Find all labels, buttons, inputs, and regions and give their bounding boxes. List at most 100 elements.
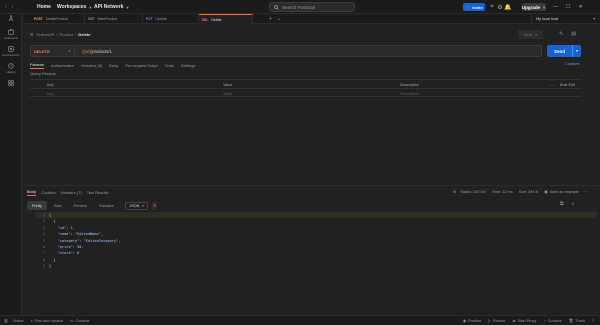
home-link[interactable]: Home [37,4,51,10]
send-button[interactable]: Send ▼ [547,45,581,57]
tab-overflow-icon[interactable]: ⌄ [277,16,281,22]
code-text: "category": "EditedCategory", [49,238,121,243]
edit-icon[interactable]: ✎ [559,31,563,37]
page-title[interactable]: Delete [78,32,90,37]
format-type-select[interactable]: JSON ▼ [125,201,149,210]
search-icon[interactable]: ⌕ [572,201,575,207]
cookies-button[interactable]: Cookies [548,319,562,323]
tab-method: GET [88,17,95,21]
globe-icon[interactable]: ⊕ [453,189,456,194]
subtab-body[interactable]: Body [27,189,37,196]
wrap-lines-icon[interactable]: ≡ [152,201,157,210]
breadcrumb-item[interactable]: Product [60,32,74,37]
tab-delete[interactable]: DEL Delete [199,14,253,24]
find-replace-button[interactable]: Find and replace [35,319,63,323]
docs-icon[interactable]: ▤ [571,31,576,37]
save-as-example-button[interactable]: Save as example [550,190,579,194]
back-icon[interactable]: ‹ [5,4,7,10]
line-number: 1 [42,213,45,217]
postbot-button[interactable]: Postbot [468,319,481,323]
invite-button[interactable]: 👤 Invite [463,3,485,11]
sidebar-item-apps[interactable] [0,80,22,86]
forward-icon[interactable]: › [12,4,14,10]
description-input[interactable]: Description [400,92,419,96]
runner-button[interactable]: Runner [493,319,505,323]
response-actions: ⧉ ⌕ [560,201,574,207]
format-visualize[interactable]: Visualize [94,201,119,210]
api-network-menu[interactable]: API Network ▼ [94,4,129,10]
sidebar-item-environments[interactable]: Environments [0,46,22,57]
tab-label: Update [155,17,167,21]
trash-icon: 🗑 [568,319,574,323]
tab-update[interactable]: PUT Update [143,14,199,24]
format-raw[interactable]: Raw [49,201,67,210]
breadcrumb-item[interactable]: OnlineAPI [36,32,54,37]
gear-icon[interactable]: ⚙ [496,3,504,11]
sidebar-item-history[interactable]: History [0,63,22,74]
copy-icon[interactable]: ⧉ [560,201,564,207]
table-row: Key Value Description [30,90,582,98]
sidebar-item-collections[interactable]: Collections [0,29,22,40]
invite-label: Invite [472,4,483,10]
bell-icon[interactable]: 🔔 [504,3,512,11]
subtab-pre-request-script[interactable]: Pre-request Script [125,63,157,68]
save-button[interactable]: Save ▼ [518,30,543,39]
runner-icon: ▷ [488,319,492,323]
api-network-label: API Network [94,4,124,10]
search-placeholder: Search Postman [282,4,316,10]
subtab-headers[interactable]: Headers (7) [61,190,82,195]
workspaces-menu[interactable]: Workspaces ▼ [57,4,92,10]
subtab-body[interactable]: Body [109,63,118,68]
more-icon[interactable]: ⋯ [583,189,587,194]
window-controls: ‹ › [5,4,23,10]
close-icon[interactable]: ✕ [578,4,582,10]
request-subtabs: Params Authorization Headers (8) Body Pr… [30,61,202,69]
more-icon[interactable]: ⋯ [550,83,554,88]
code-line: 1 { [35,212,597,218]
toggle-sidebar-icon[interactable]: ▥ [4,318,8,323]
upgrade-label: Upgrade [521,4,541,10]
bulk-edit-link[interactable]: Bulk Edit [560,83,575,87]
search-input[interactable]: Search Postman [269,2,355,12]
url-input[interactable]: {{url}} products/1 [82,49,112,54]
new-tab-icon[interactable]: + [269,16,272,22]
format-toolbar: Pretty Raw Preview Visualize JSON ▼ ≡ [27,201,157,210]
tab-main-product[interactable]: GET MainProduct [85,14,143,24]
code-text: { [49,213,52,217]
subtab-headers[interactable]: Headers (8) [81,63,102,68]
help-icon[interactable]: ? [592,319,594,323]
start-proxy-button[interactable]: Start Proxy [518,319,537,323]
subtab-authorization[interactable]: Authorization [51,63,74,68]
subtab-tests[interactable]: Tests [165,63,174,68]
subtab-params[interactable]: Params [30,62,44,69]
subtab-cookies[interactable]: Cookies [41,190,55,195]
maximize-icon[interactable]: ☐ [566,4,570,10]
minimize-icon[interactable]: — [553,4,558,10]
cookies-link[interactable]: Cookies [565,61,579,66]
response-body-editor[interactable]: 1 { 2 { 3 "id": 1, 4 "name": "EditedName… [35,212,597,312]
trash-button[interactable]: Trash [575,319,585,323]
tab-label: Delete [211,17,222,22]
format-preview[interactable]: Preview [69,201,93,210]
console-button[interactable]: Console [76,319,90,323]
pane-divider[interactable] [23,185,600,186]
key-input[interactable]: Key [47,92,54,96]
tab-create-product[interactable]: POST CreateProduct [31,14,85,24]
upgrade-button[interactable]: Upgrade ▼ [522,3,546,11]
subtab-settings[interactable]: Settings [181,63,195,68]
subtab-test-results[interactable]: Test Results [87,190,109,195]
online-status[interactable]: Online [13,319,24,323]
chevron-down-icon: ▼ [592,17,596,21]
search-icon [274,4,279,10]
chevron-down-icon: ▼ [141,203,145,208]
response-meta: ⊕ Status: 200 OK Time: 22 ms Size: 394 B… [453,189,587,195]
request-tabs: POST CreateProduct GET MainProduct PUT U… [23,14,600,24]
save-response-icon: ▣ [544,190,548,194]
code-line: 7 "stock": 0 [35,250,597,256]
format-pretty[interactable]: Pretty [27,201,47,210]
environment-selector[interactable]: My local host ▼ [531,14,600,24]
satellite-icon[interactable]: ⌖ [488,3,496,11]
chevron-down-icon[interactable]: ▼ [572,45,581,57]
method-select[interactable]: DELETE ▼ [31,46,75,56]
value-input[interactable]: Value [223,92,232,96]
